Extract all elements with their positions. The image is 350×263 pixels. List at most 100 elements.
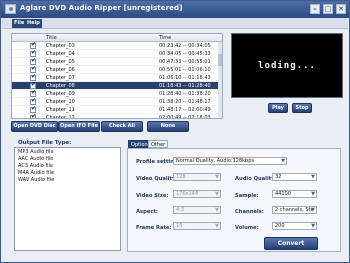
open-dvd-button[interactable]: Open DVD Disc [11, 121, 58, 132]
chapter-title: Chapter_04 [46, 51, 75, 57]
chapter-time: 00:34:05 -- 00:45:33 [159, 51, 211, 57]
chapter-time: 01:18:43 -- 01:28:40 [159, 83, 211, 89]
sample-select[interactable]: 44100 ▼ [272, 190, 317, 198]
frame-rate-value: 15 [176, 223, 183, 229]
output-file-type-list[interactable]: MP3 Audio file AAC Audio file AC3 Audio … [14, 147, 121, 251]
chapter-time: 00:23:42 -- 00:34:05 [159, 43, 211, 49]
video-preview: loding... [231, 33, 343, 98]
table-row[interactable]: Chapter_04 00:34:05 -- 00:45:33 [12, 49, 218, 58]
volume-select[interactable]: 200 ▼ [272, 222, 317, 230]
menu-help[interactable]: Help [25, 19, 42, 28]
video-size-value: 176x144 [176, 191, 199, 197]
table-row[interactable]: Chapter_10 01:38:20 -- 01:48:17 [12, 97, 218, 106]
chapter-title: Chapter_07 [46, 75, 75, 81]
audio-quality-value: 32 [275, 174, 282, 180]
volume-value: 200 [275, 223, 285, 229]
aspect-value: 4:3 [176, 207, 185, 213]
window-title: Aglare DVD Audio Ripper [unregistered] [20, 4, 183, 12]
dropdown-arrow-icon: ▼ [311, 191, 315, 197]
chapter-time: 02:00:49 -- 02:18:03 [159, 115, 211, 119]
sample-value: 44100 [275, 191, 291, 197]
file-type-wav[interactable]: WAV Audio file [18, 177, 54, 183]
chapter-checkbox[interactable] [30, 113, 36, 118]
scrollbar-thumb[interactable] [218, 54, 222, 66]
dropdown-arrow-icon: ▼ [215, 191, 219, 197]
horizontal-scrollbar[interactable] [12, 118, 218, 119]
frame-rate-select[interactable]: 15 ▼ [173, 222, 221, 230]
table-row[interactable]: Chapter_07 01:06:10 -- 01:18:43 [12, 73, 218, 82]
chapter-title: Chapter_09 [46, 91, 75, 97]
table-row[interactable]: Chapter_11 01:48:17 -- 02:00:49 [12, 105, 218, 114]
title-bar[interactable]: Aglare DVD Audio Ripper [unregistered] –… [1, 1, 349, 18]
table-row[interactable]: Chapter_03 00:23:42 -- 00:34:05 [12, 41, 218, 50]
column-time[interactable]: Time [159, 35, 171, 41]
menu-bar: File Help [2, 18, 348, 29]
chapter-title: Chapter_06 [46, 67, 75, 73]
table-row[interactable]: Chapter_06 00:55:01 -- 01:06:10 [12, 65, 218, 74]
video-quality-label: Video Quality: [136, 176, 178, 182]
table-row[interactable]: Chapter_12 02:00:49 -- 02:18:03 [12, 113, 218, 119]
column-title[interactable]: Title [46, 35, 57, 41]
dropdown-arrow-icon: ▼ [281, 158, 285, 164]
close-button[interactable]: ✕ [336, 4, 346, 14]
table-header: Title Time [12, 34, 222, 42]
frame-rate-label: Frame Rate: [136, 225, 172, 231]
profile-setting-value: Normal Quality, Audio:128kbps [176, 158, 255, 164]
channels-select[interactable]: 2 channels, Ste ▼ [272, 206, 317, 214]
file-type-ac3[interactable]: AC3 Audio file [18, 163, 53, 169]
aspect-label: Aspect: [136, 209, 158, 215]
dropdown-arrow-icon: ▼ [311, 207, 315, 213]
stop-button[interactable]: Stop [292, 103, 312, 113]
chapter-time: 01:06:10 -- 01:18:43 [159, 75, 211, 81]
options-panel: Profile setting: Normal Quality, Audio:1… [127, 148, 341, 252]
sample-label: Sample: [235, 193, 259, 199]
open-ifo-button[interactable]: Open IFO File [58, 121, 100, 132]
video-size-select[interactable]: 176x144 ▼ [173, 190, 221, 198]
file-type-mp3[interactable]: MP3 Audio file [18, 149, 54, 155]
minimize-button[interactable]: – [310, 4, 320, 14]
chapter-title: Chapter_10 [46, 99, 75, 105]
channels-value: 2 channels, Ste [275, 207, 314, 213]
chapter-title: Chapter_08 [46, 83, 75, 89]
chapter-title: Chapter_12 [46, 115, 75, 119]
table-row[interactable]: Chapter_08 01:18:43 -- 01:28:40 [12, 81, 218, 90]
dropdown-arrow-icon: ▼ [311, 223, 315, 229]
video-quality-select[interactable]: 128 ▼ [173, 173, 221, 181]
maximize-button[interactable]: □ [323, 4, 333, 14]
dropdown-arrow-icon: ▼ [215, 207, 219, 213]
profile-setting-select[interactable]: Normal Quality, Audio:128kbps ▼ [173, 157, 287, 165]
vertical-scrollbar[interactable] [218, 42, 222, 118]
preview-status-text: loding... [258, 61, 316, 71]
none-button[interactable]: None [147, 121, 189, 132]
chapter-title: Chapter_03 [46, 43, 75, 49]
output-file-type-label: Output File Type: [18, 140, 72, 146]
chapter-time: 00:47:33 -- 00:55:01 [159, 59, 211, 65]
chapter-time: 01:28:40 -- 01:38:20 [159, 91, 211, 97]
convert-button[interactable]: Convert [264, 237, 318, 250]
chapter-time: 01:38:20 -- 01:48:17 [159, 99, 211, 105]
file-type-aac[interactable]: AAC Audio file [18, 156, 53, 162]
dropdown-arrow-icon: ▼ [215, 223, 219, 229]
chapter-time: 00:55:01 -- 01:06:10 [159, 67, 211, 73]
file-type-m4a[interactable]: M4A Audio file [18, 170, 54, 176]
tab-other[interactable]: Other [148, 140, 169, 148]
volume-label: Volume: [235, 225, 259, 231]
chapter-title: Chapter_11 [46, 107, 75, 113]
aspect-select[interactable]: 4:3 ▼ [173, 206, 221, 214]
chapter-title: Chapter_05 [46, 59, 75, 65]
channels-label: Channels: [235, 209, 264, 215]
chapter-table: Title Time Chapter_03 00:23:42 -- 00:34:0… [11, 33, 223, 119]
app-icon [5, 4, 16, 14]
audio-quality-label: Audio Quality: [235, 176, 277, 182]
table-row[interactable]: Chapter_09 01:28:40 -- 01:38:20 [12, 89, 218, 98]
check-all-button[interactable]: Check All [101, 121, 143, 132]
chapter-time: 01:48:17 -- 02:00:49 [159, 107, 211, 113]
audio-quality-select[interactable]: 32 ▼ [272, 173, 317, 181]
video-quality-value: 128 [176, 174, 186, 180]
video-size-label: Video Size: [136, 193, 169, 199]
table-row[interactable]: Chapter_05 00:47:33 -- 00:55:01 [12, 57, 218, 66]
dropdown-arrow-icon: ▼ [215, 174, 219, 180]
app-window: Aglare DVD Audio Ripper [unregistered] –… [0, 0, 350, 263]
play-button[interactable]: Play [268, 103, 288, 113]
dropdown-arrow-icon: ▼ [311, 174, 315, 180]
